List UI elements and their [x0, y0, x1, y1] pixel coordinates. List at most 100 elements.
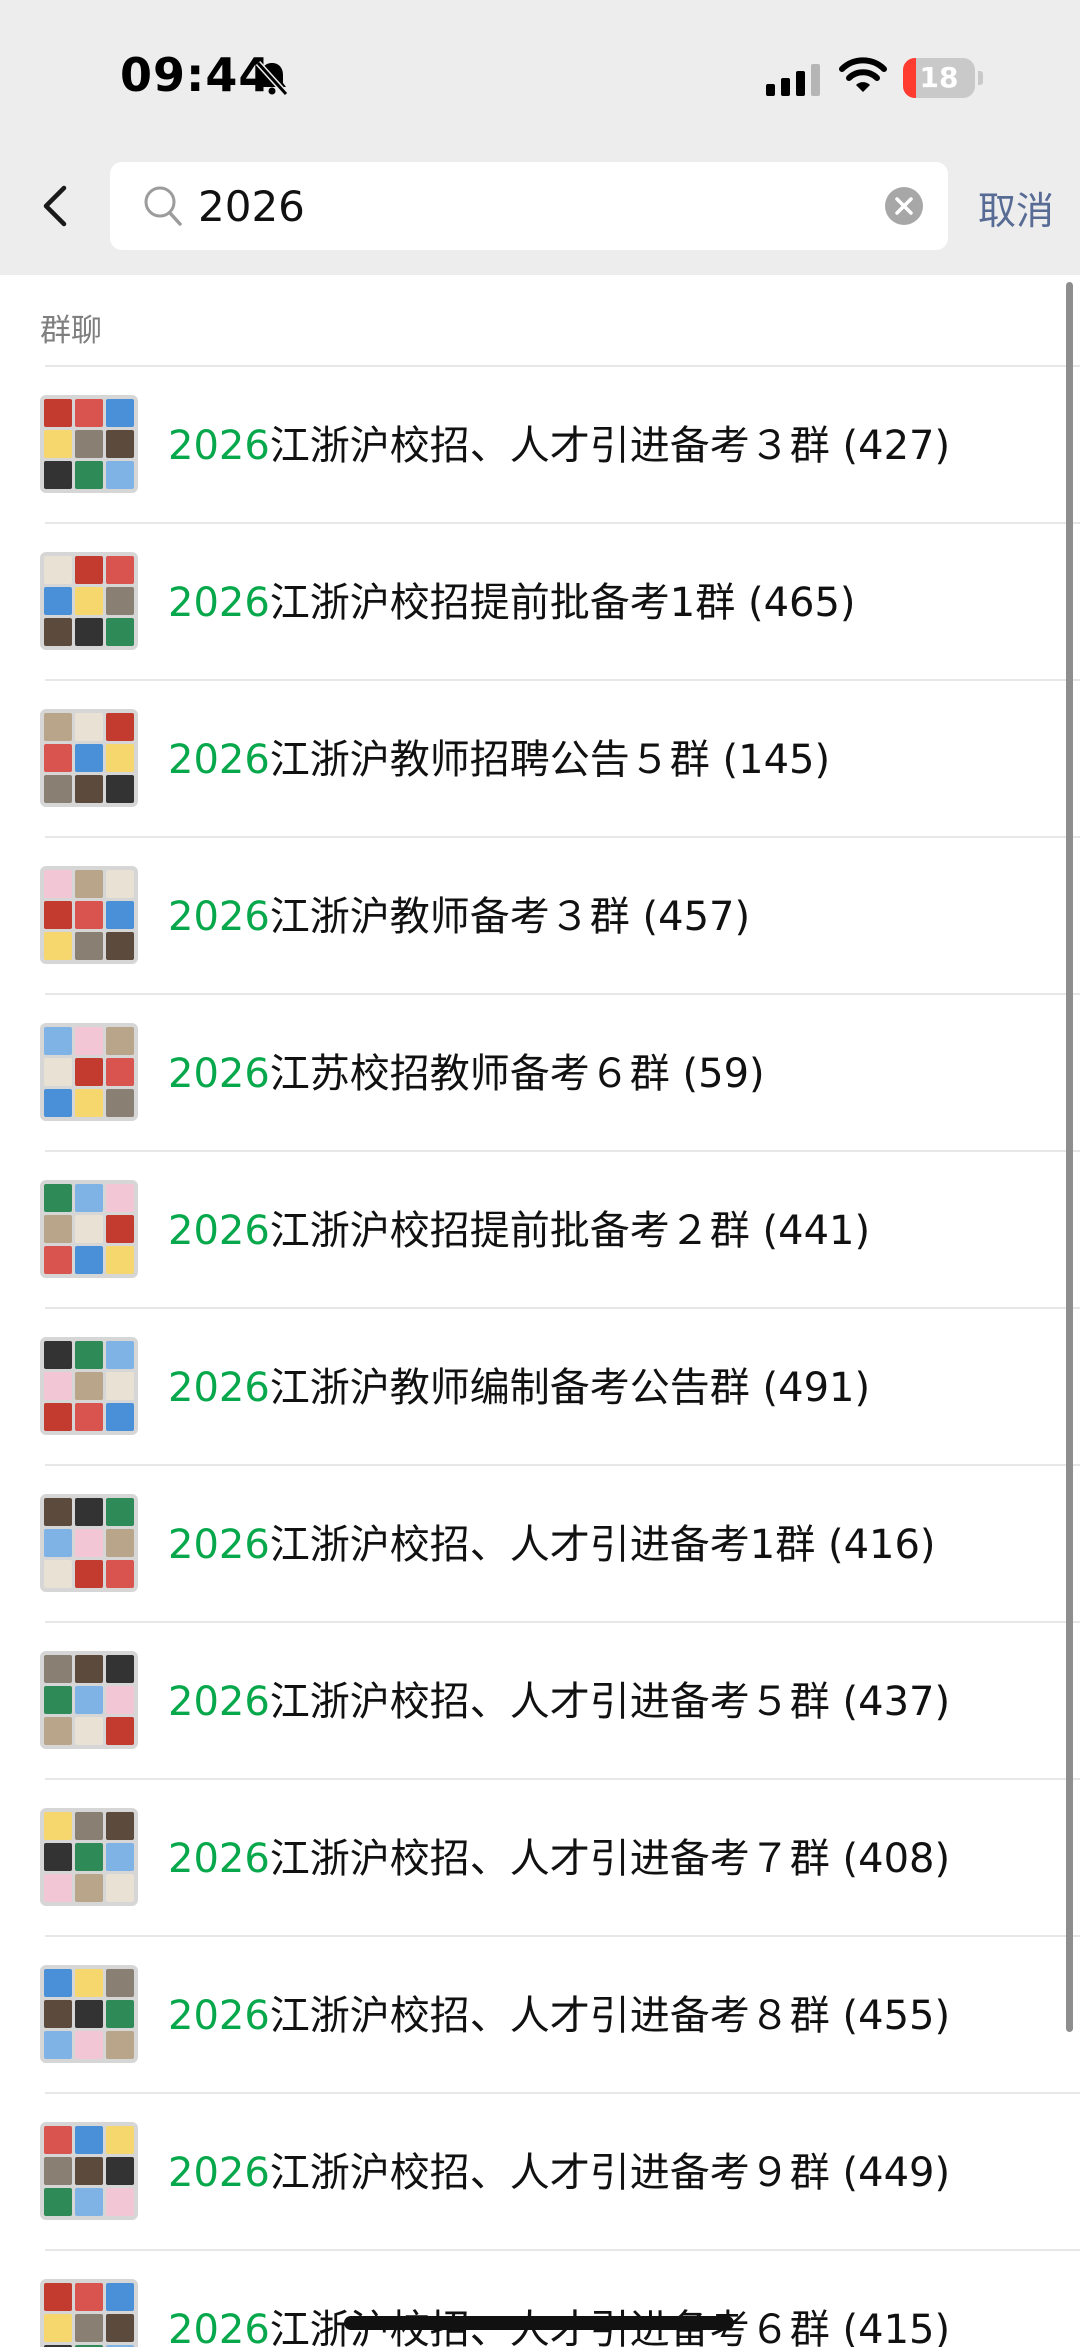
group-chat-name: 2026江浙沪校招、人才引进备考1群 (416)	[168, 1512, 936, 1570]
divider	[45, 679, 1080, 681]
battery-body: 18	[903, 58, 975, 98]
avatar-tile	[44, 1403, 72, 1431]
group-avatar	[40, 552, 138, 650]
search-match-highlight: 2026	[168, 1365, 270, 1411]
divider	[45, 1778, 1080, 1780]
back-arrow-icon[interactable]	[30, 176, 82, 236]
group-chat-item[interactable]: 2026江浙沪校招、人才引进备考1群 (416)	[0, 1464, 1080, 1621]
avatar-tile	[75, 1529, 103, 1557]
divider	[45, 836, 1080, 838]
status-time: 09:44	[120, 48, 272, 102]
avatar-tile	[44, 1498, 72, 1526]
group-chat-item[interactable]: 2026江浙沪校招、人才引进备考６群 (415)	[0, 2249, 1080, 2347]
group-chat-name: 2026江浙沪校招提前批备考1群 (465)	[168, 570, 856, 628]
avatar-tile	[75, 713, 103, 741]
group-chat-item[interactable]: 2026江浙沪教师备考３群 (457)	[0, 836, 1080, 993]
avatar-tile	[106, 1655, 134, 1683]
group-chat-item[interactable]: 2026江浙沪校招提前批备考1群 (465)	[0, 522, 1080, 679]
avatar-tile	[106, 1372, 134, 1400]
search-match-highlight: 2026	[168, 1051, 270, 1097]
avatar-tile	[75, 1027, 103, 1055]
group-chat-item[interactable]: 2026江浙沪校招提前批备考２群 (441)	[0, 1150, 1080, 1307]
group-chat-item[interactable]: 2026江浙沪校招、人才引进备考５群 (437)	[0, 1621, 1080, 1778]
avatar-tile	[75, 932, 103, 960]
avatar-tile	[106, 1089, 134, 1117]
avatar-tile	[44, 587, 72, 615]
avatar-tile	[75, 2157, 103, 2185]
avatar-tile	[75, 1655, 103, 1683]
group-chat-item[interactable]: 2026江浙沪教师招聘公告５群 (145)	[0, 679, 1080, 836]
avatar-tile	[106, 713, 134, 741]
avatar-tile	[44, 932, 72, 960]
avatar-tile	[44, 1529, 72, 1557]
search-match-highlight: 2026	[168, 1993, 270, 2039]
search-box	[110, 162, 948, 250]
avatar-tile	[44, 1372, 72, 1400]
clear-search-icon[interactable]	[884, 186, 924, 226]
search-match-highlight: 2026	[168, 2307, 270, 2347]
group-avatar	[40, 1180, 138, 1278]
search-match-highlight: 2026	[168, 580, 270, 626]
group-chat-item[interactable]: 2026江苏校招教师备考６群 (59)	[0, 993, 1080, 1150]
avatar-tile	[106, 1184, 134, 1212]
avatar-tile	[106, 1498, 134, 1526]
avatar-tile	[106, 587, 134, 615]
avatar-tile	[44, 1215, 72, 1243]
avatar-tile	[44, 2157, 72, 2185]
group-avatar	[40, 2122, 138, 2220]
group-chat-name: 2026江浙沪校招、人才引进备考８群 (455)	[168, 1983, 950, 2041]
avatar-tile	[106, 1058, 134, 1086]
avatar-tile	[44, 1341, 72, 1369]
group-chat-item[interactable]: 2026江浙沪校招、人才引进备考８群 (455)	[0, 1935, 1080, 2092]
avatar-tile	[75, 1969, 103, 1997]
avatar-tile	[106, 1843, 134, 1871]
avatar-tile	[106, 1969, 134, 1997]
avatar-tile	[106, 744, 134, 772]
avatar-tile	[75, 2314, 103, 2342]
divider	[45, 365, 1080, 367]
avatar-tile	[44, 2188, 72, 2216]
divider	[45, 1935, 1080, 1937]
battery-icon: 18	[903, 58, 983, 98]
group-chat-name-text: 江浙沪校招提前批备考1群 (465)	[269, 580, 856, 626]
section-title-group-chats: 群聊	[40, 313, 102, 349]
battery-tip	[978, 71, 983, 85]
cancel-button[interactable]: 取消	[978, 180, 1054, 235]
avatar-tile	[75, 2000, 103, 2028]
avatar-tile	[44, 2314, 72, 2342]
avatar-tile	[75, 775, 103, 803]
search-results: 群聊 2026江浙沪校招、人才引进备考３群 (427) 2026江浙沪校招提前批备…	[0, 275, 1080, 2347]
avatar-tile	[44, 618, 72, 646]
group-avatar	[40, 1023, 138, 1121]
group-chat-item[interactable]: 2026江浙沪校招、人才引进备考３群 (427)	[0, 365, 1080, 522]
avatar-tile	[75, 1843, 103, 1871]
group-chat-item[interactable]: 2026江浙沪校招、人才引进备考９群 (449)	[0, 2092, 1080, 2249]
group-chat-name-text: 江浙沪校招、人才引进备考５群 (437)	[269, 1679, 951, 1725]
avatar-tile	[44, 1686, 72, 1714]
search-icon	[144, 186, 182, 226]
group-chat-item[interactable]: 2026江浙沪校招、人才引进备考７群 (408)	[0, 1778, 1080, 1935]
avatar-tile	[75, 1215, 103, 1243]
search-match-highlight: 2026	[168, 2150, 270, 2196]
home-indicator[interactable]	[344, 2316, 734, 2330]
avatar-tile	[44, 2031, 72, 2059]
avatar-tile	[106, 870, 134, 898]
avatar-tile	[44, 1969, 72, 1997]
search-input[interactable]	[198, 162, 878, 250]
avatar-tile	[75, 870, 103, 898]
group-chat-name: 2026江浙沪校招、人才引进备考３群 (427)	[168, 413, 950, 471]
avatar-tile	[44, 556, 72, 584]
avatar-tile	[75, 430, 103, 458]
avatar-tile	[75, 1246, 103, 1274]
group-chat-item[interactable]: 2026江浙沪教师编制备考公告群 (491)	[0, 1307, 1080, 1464]
search-match-highlight: 2026	[168, 1679, 270, 1725]
avatar-tile	[75, 2031, 103, 2059]
wifi-icon	[839, 57, 887, 92]
avatar-tile	[106, 399, 134, 427]
avatar-tile	[106, 2000, 134, 2028]
avatar-tile	[106, 1560, 134, 1588]
avatar-tile	[106, 1027, 134, 1055]
scrollbar[interactable]	[1066, 282, 1073, 2032]
group-avatar	[40, 1494, 138, 1592]
group-chat-name: 2026江浙沪校招、人才引进备考７群 (408)	[168, 1826, 950, 1884]
